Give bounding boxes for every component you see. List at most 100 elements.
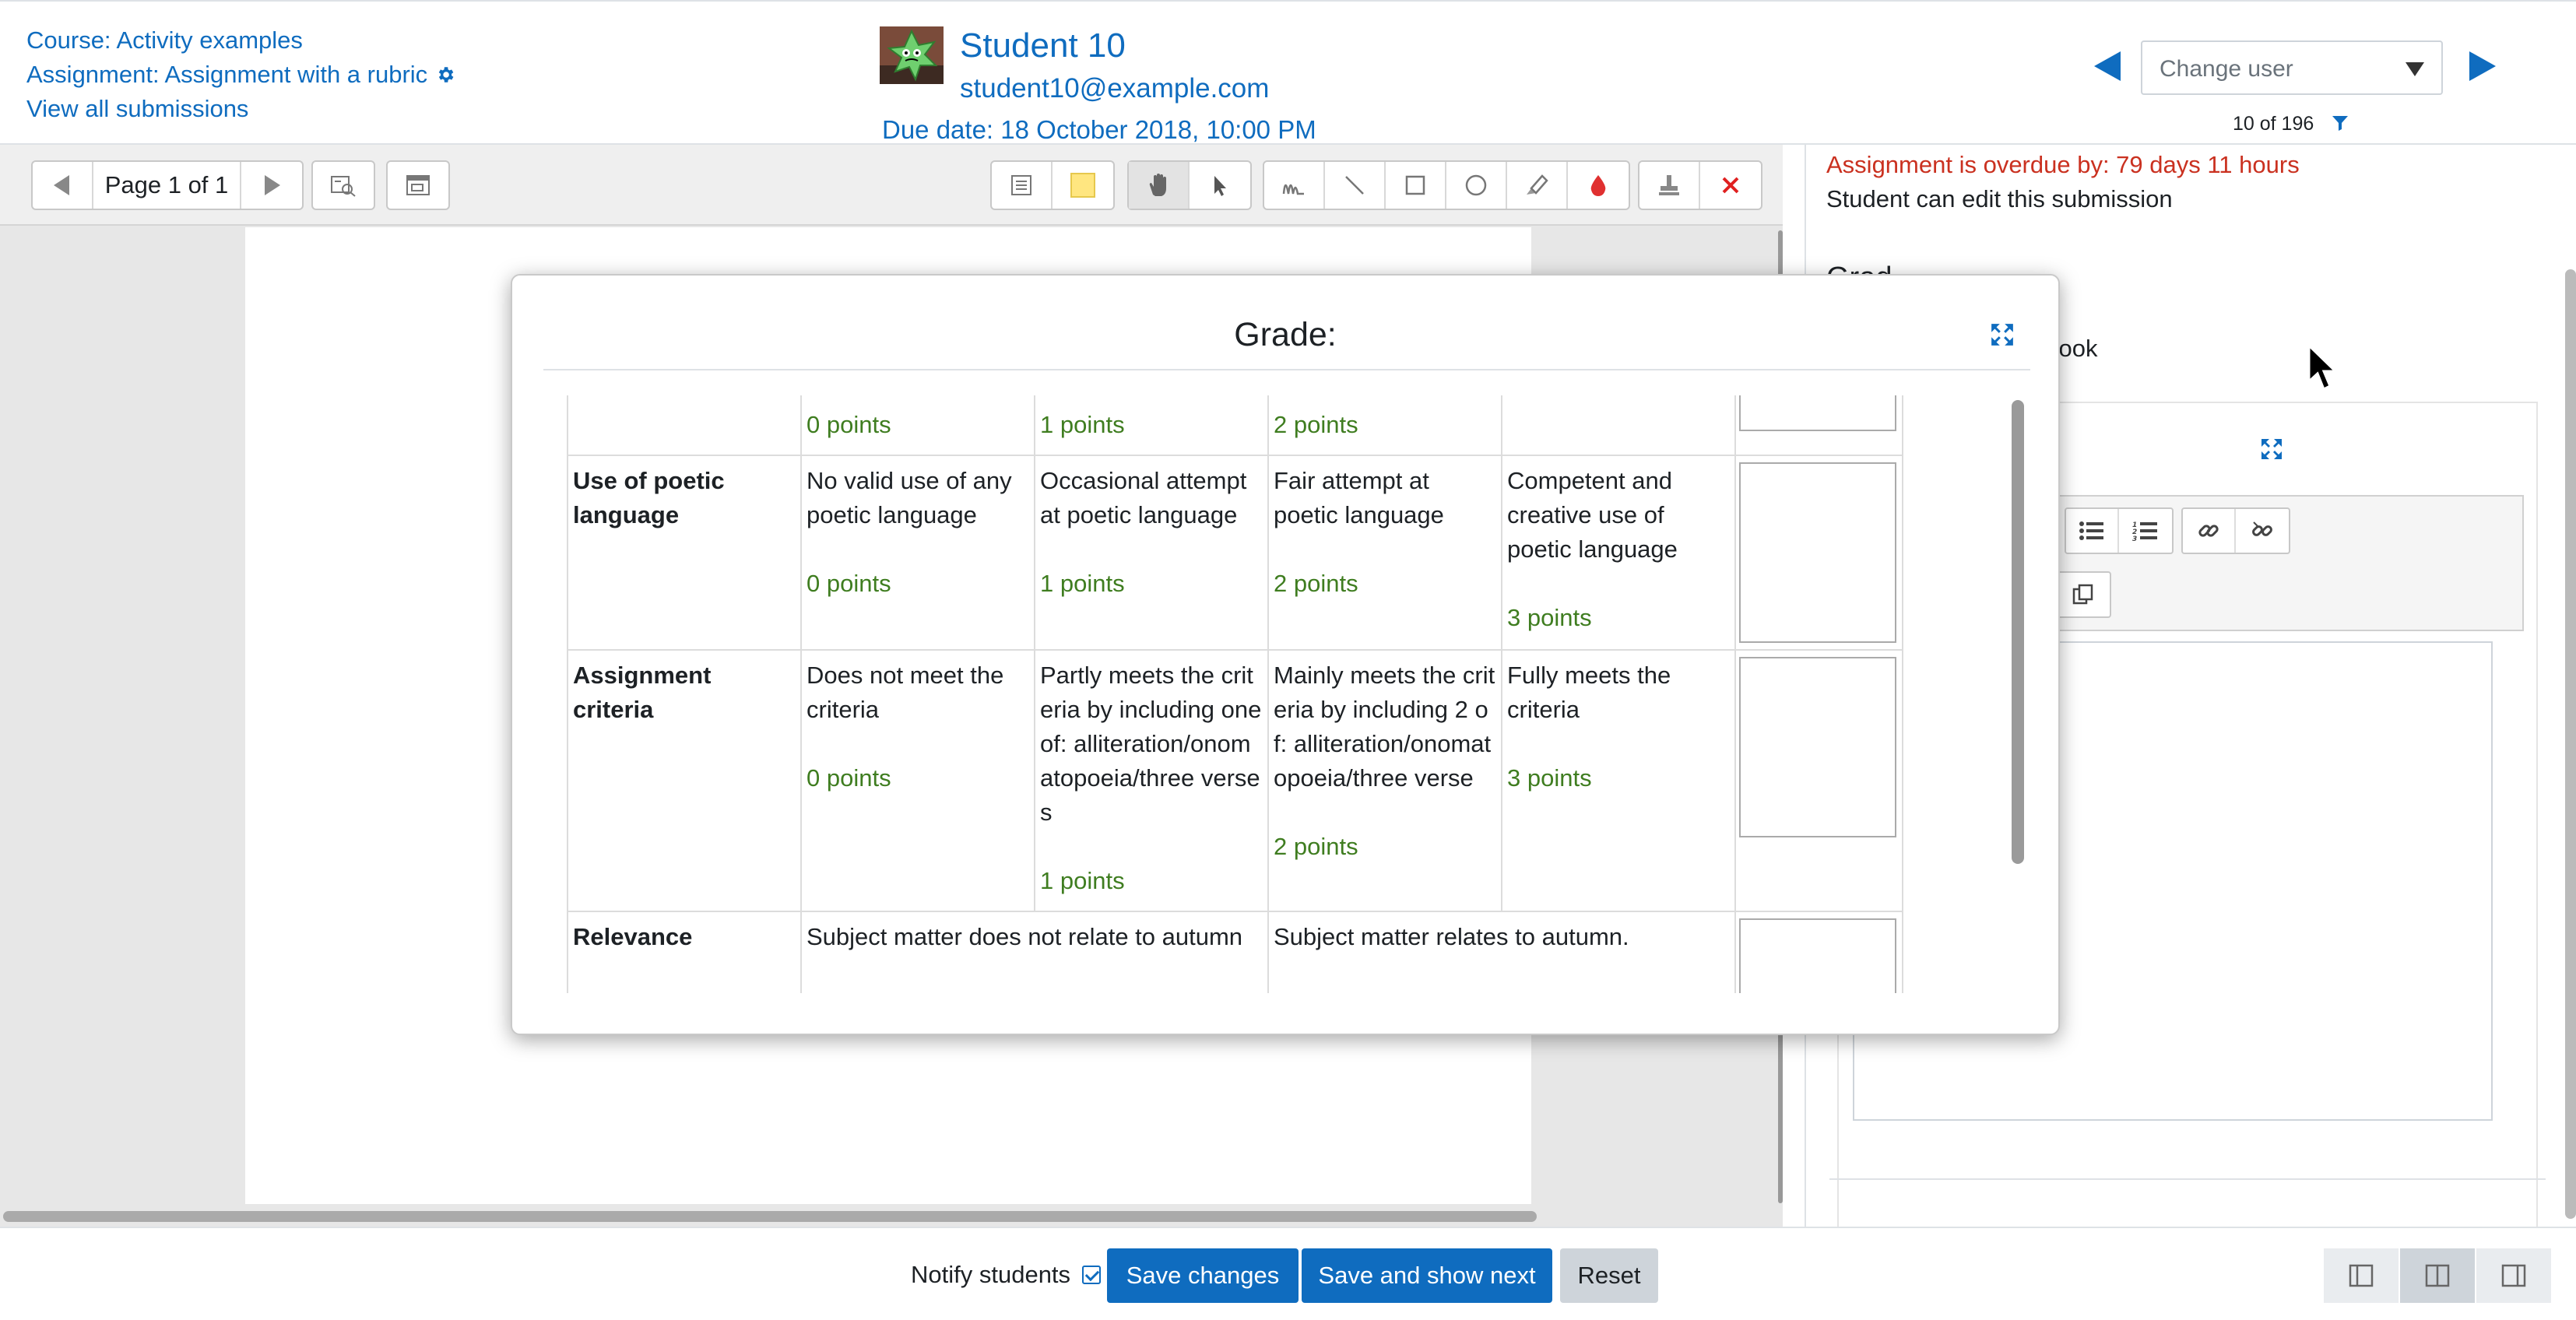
rubric-level[interactable]: Mainly meets the criteria by including 2… — [1267, 649, 1502, 912]
student-email[interactable]: student10@example.com — [960, 73, 1269, 104]
search-comments-icon — [331, 176, 356, 197]
window-icon — [406, 175, 430, 195]
rubric-level[interactable]: 0 points — [800, 395, 1035, 456]
collapse-icon[interactable] — [1990, 322, 2015, 347]
modal-title: Grade: — [1234, 316, 1337, 353]
pdf-horizontal-scrollbar[interactable] — [3, 1211, 1537, 1222]
rubric-level[interactable]: Occasional attempt at poetic language 1 p… — [1034, 455, 1269, 651]
previous-page-button[interactable] — [33, 162, 93, 209]
collapse-grade-panel-button[interactable] — [2324, 1248, 2400, 1303]
grade-modal: Grade: 0 points 1 points 2 points Use of… — [511, 274, 2060, 1035]
page-select[interactable]: Page 1 of 1 — [93, 162, 241, 209]
remark-cell — [1734, 395, 1903, 456]
rubric-level[interactable]: Partly meets the criteria by including o… — [1034, 649, 1269, 912]
remark-textarea[interactable] — [1739, 657, 1896, 837]
pointer-icon — [1214, 176, 1226, 196]
mouse-cursor-icon — [2307, 344, 2339, 391]
stamp-cancel-button[interactable] — [1700, 162, 1761, 209]
rubric-level[interactable]: Does not meet the criteria 0 points — [800, 649, 1035, 912]
pdf-toolbar: Page 1 of 1 — [0, 145, 1783, 226]
notify-students-checkbox[interactable] — [1082, 1266, 1101, 1284]
annotation-colour-button[interactable] — [1568, 162, 1629, 209]
remark-textarea[interactable] — [1739, 462, 1896, 643]
unlink-icon — [2252, 521, 2272, 536]
rubric-row: Assignment criteria Does not meet the cr… — [567, 649, 1903, 912]
drop-icon — [1590, 175, 1606, 196]
pen-tool-button[interactable] — [1264, 162, 1325, 209]
comment-icon — [1011, 175, 1031, 195]
can-edit-notice: Student can edit this submission — [1826, 185, 2173, 212]
level-description: Subject matter does not relate to autumn — [807, 923, 1243, 950]
level-points: 3 points — [1507, 604, 1592, 631]
level-description: Occasional attempt at poetic language — [1040, 467, 1247, 528]
oval-tool-button[interactable] — [1446, 162, 1507, 209]
save-and-show-next-button[interactable]: Save and show next — [1302, 1248, 1552, 1303]
comment-tool-button[interactable] — [992, 162, 1053, 209]
unlink-button[interactable] — [2236, 509, 2289, 553]
rubric-level[interactable]: No valid use of any poetic language 0 poi… — [800, 455, 1035, 651]
expand-comments-button[interactable] — [388, 162, 448, 209]
student-name[interactable]: Student 10 — [960, 26, 1126, 65]
link-icon — [2198, 525, 2219, 537]
level-description: Competent and creative use of poetic lan… — [1507, 467, 1678, 563]
rubric-level[interactable]: Subject matter relates to autumn. — [1267, 911, 1736, 993]
modal-scrollbar[interactable] — [2012, 400, 2024, 864]
rubric-level[interactable]: 2 points — [1267, 395, 1502, 456]
overdue-notice: Assignment is overdue by: 79 days 11 hou… — [1826, 151, 2300, 178]
next-user-arrow-icon[interactable] — [2469, 51, 2496, 81]
rubric-row: Relevance Subject matter does not relate… — [567, 911, 1903, 993]
circle-icon — [1465, 174, 1487, 196]
search-comments-button[interactable] — [313, 162, 374, 209]
layout-split-icon — [2425, 1264, 2450, 1287]
expand-icon[interactable] — [2260, 437, 2283, 461]
avatar[interactable] — [880, 26, 944, 84]
unordered-list-button[interactable] — [2066, 509, 2119, 553]
gear-icon[interactable] — [435, 65, 455, 85]
save-changes-button[interactable]: Save changes — [1107, 1248, 1299, 1303]
rubric-scroll-area[interactable]: 0 points 1 points 2 points Use of poetic… — [567, 395, 1968, 993]
layout-toggle — [2324, 1248, 2554, 1303]
manage-files-button[interactable] — [2057, 573, 2110, 616]
hand-icon — [1149, 174, 1166, 196]
grade-panel-scrollbar[interactable] — [2565, 269, 2576, 1219]
level-points: 3 points — [1507, 764, 1592, 792]
rectangle-tool-button[interactable] — [1386, 162, 1446, 209]
change-user-select[interactable]: Change user — [2141, 40, 2443, 95]
default-layout-button[interactable] — [2400, 1248, 2476, 1303]
level-description: Partly meets the criteria by including o… — [1040, 662, 1262, 826]
criterion-label: Assignment criteria — [567, 649, 802, 912]
ordered-list-button[interactable]: 123 — [2119, 509, 2172, 553]
criterion-label: Relevance — [567, 911, 802, 993]
collapse-review-panel-button[interactable] — [2476, 1248, 2553, 1303]
pan-tool-button[interactable] — [1129, 162, 1190, 209]
link-button[interactable] — [2183, 509, 2236, 553]
view-all-submissions-link[interactable]: View all submissions — [26, 92, 455, 126]
rubric-level[interactable]: Fully meets the criteria 3 points — [1501, 649, 1736, 912]
rubric-level[interactable] — [1501, 395, 1736, 456]
rubric-level[interactable]: Subject matter does not relate to autumn — [800, 911, 1269, 993]
level-points: 0 points — [807, 764, 891, 792]
highlight-tool-button[interactable] — [1507, 162, 1568, 209]
rubric-level[interactable]: 1 points — [1034, 395, 1269, 456]
rubric-level[interactable]: Fair attempt at poetic language 2 points — [1267, 455, 1502, 651]
next-page-button[interactable] — [241, 162, 302, 209]
rubric-level[interactable]: Competent and creative use of poetic lan… — [1501, 455, 1736, 651]
stamp-tool-button[interactable] — [1639, 162, 1700, 209]
navigation-tools — [1127, 160, 1252, 210]
remark-cell — [1734, 649, 1903, 912]
remark-cell — [1734, 455, 1903, 651]
filter-icon[interactable] — [2331, 114, 2349, 132]
select-tool-button[interactable] — [1190, 162, 1250, 209]
stamp-icon — [1659, 175, 1679, 195]
remark-textarea[interactable] — [1739, 918, 1896, 993]
previous-user-arrow-icon[interactable] — [2094, 51, 2121, 81]
remark-textarea[interactable] — [1739, 395, 1896, 431]
copy-icon — [2072, 584, 2093, 605]
line-tool-button[interactable] — [1325, 162, 1386, 209]
level-points: 1 points — [1040, 867, 1125, 894]
course-link[interactable]: Course: Activity examples — [26, 23, 455, 58]
assignment-link[interactable]: Assignment: Assignment with a rubric — [26, 58, 455, 92]
modal-divider — [543, 369, 2030, 370]
comment-colour-button[interactable] — [1053, 162, 1113, 209]
reset-button[interactable]: Reset — [1560, 1248, 1658, 1303]
